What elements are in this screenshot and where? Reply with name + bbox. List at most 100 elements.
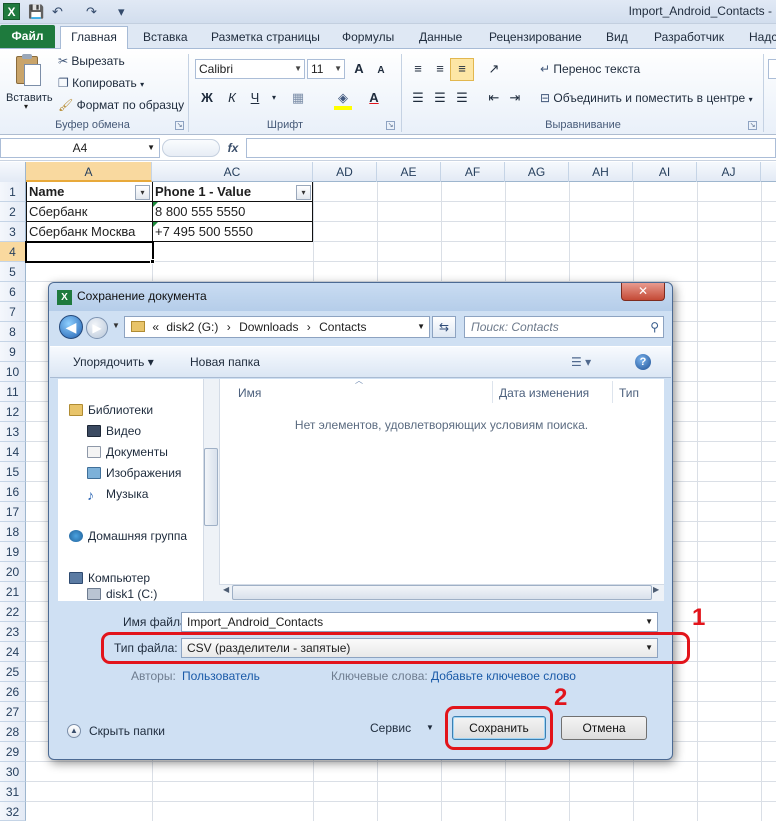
tab-view[interactable]: Вид xyxy=(606,28,628,49)
column-type[interactable]: Тип xyxy=(619,384,639,402)
row-header[interactable]: 14 xyxy=(0,442,26,462)
merge-center-button[interactable]: ⊟ Объединить и поместить в центре ▾ xyxy=(540,88,753,108)
excel-logo-icon[interactable]: X xyxy=(3,3,20,20)
undo-icon[interactable]: ↶ xyxy=(52,3,63,21)
save-icon[interactable]: 💾 xyxy=(28,3,44,21)
column-header-ai[interactable]: AI xyxy=(633,162,697,182)
search-input[interactable]: Поиск: Contacts ⚲ xyxy=(464,316,664,338)
align-bottom-icon[interactable]: ≡ xyxy=(452,59,472,79)
decrease-indent-icon[interactable]: ⇤ xyxy=(484,88,504,108)
scroll-left-icon[interactable]: ◀ xyxy=(223,585,229,594)
row-header[interactable]: 32 xyxy=(0,802,26,821)
redo-icon[interactable]: ↷ xyxy=(86,3,97,21)
nav-item-libraries[interactable]: Библиотеки xyxy=(69,400,153,420)
column-header-ah[interactable]: AH xyxy=(569,162,633,182)
column-header-a[interactable]: A xyxy=(26,162,152,182)
tab-data[interactable]: Данные xyxy=(419,28,462,49)
font-name-select[interactable]: Calibri ▼ xyxy=(195,59,305,79)
insert-function-icon[interactable]: fx xyxy=(222,138,244,158)
copy-button[interactable]: ❐ Копировать ▾ xyxy=(58,73,144,93)
orientation-icon[interactable]: ↗ xyxy=(484,59,504,79)
row-header[interactable]: 23 xyxy=(0,622,26,642)
search-icon[interactable]: ⚲ xyxy=(650,317,659,337)
column-header-ad[interactable]: AD xyxy=(313,162,377,182)
column-name[interactable]: Имя xyxy=(238,384,261,402)
help-icon[interactable]: ? xyxy=(635,354,651,370)
tab-developer[interactable]: Разработчик xyxy=(654,28,724,49)
font-size-select[interactable]: 11 ▼ xyxy=(307,59,345,79)
row-header[interactable]: 15 xyxy=(0,462,26,482)
tab-insert[interactable]: Вставка xyxy=(143,28,188,49)
font-color-button[interactable]: A xyxy=(364,88,384,108)
paste-dropdown-icon[interactable]: ▾ xyxy=(24,102,28,111)
forward-button[interactable]: ▶ xyxy=(86,317,108,339)
borders-icon[interactable]: ▦ xyxy=(288,88,308,108)
align-top-icon[interactable]: ≡ xyxy=(408,59,428,79)
nav-item-images[interactable]: Изображения xyxy=(87,463,181,483)
number-format-select[interactable] xyxy=(768,59,776,79)
cut-button[interactable]: ✂ Вырезать xyxy=(58,51,125,71)
row-header[interactable]: 25 xyxy=(0,662,26,682)
row-header[interactable]: 30 xyxy=(0,762,26,782)
nav-item-video[interactable]: Видео xyxy=(87,421,141,441)
column-separator[interactable] xyxy=(492,381,493,403)
italic-button[interactable]: К xyxy=(222,88,242,108)
underline-button[interactable]: Ч xyxy=(245,88,265,108)
filter-dropdown-icon[interactable]: ▾ xyxy=(296,185,311,200)
horizontal-scrollbar-thumb[interactable] xyxy=(232,585,652,600)
paste-icon[interactable] xyxy=(14,54,44,88)
row-header[interactable]: 20 xyxy=(0,562,26,582)
formula-input[interactable] xyxy=(246,138,776,158)
row-header[interactable]: 22 xyxy=(0,602,26,622)
refresh-button[interactable]: ⇆ xyxy=(432,316,456,338)
address-segment-disk2[interactable]: disk2 (G:) xyxy=(166,320,218,334)
row-header[interactable]: 26 xyxy=(0,682,26,702)
filter-dropdown-icon[interactable]: ▾ xyxy=(135,185,150,200)
increase-indent-icon[interactable]: ⇥ xyxy=(505,88,525,108)
row-header[interactable]: 29 xyxy=(0,742,26,762)
tab-more[interactable]: Надс xyxy=(749,28,776,49)
tab-file[interactable]: Файл xyxy=(0,25,55,49)
address-segment-contacts[interactable]: Contacts xyxy=(319,320,366,334)
row-header[interactable]: 18 xyxy=(0,522,26,542)
row-header[interactable]: 7 xyxy=(0,302,26,322)
paste-button[interactable]: Вставить xyxy=(6,88,53,108)
row-header[interactable]: 27 xyxy=(0,702,26,722)
nav-item-homegroup[interactable]: Домашняя группа xyxy=(69,526,187,546)
address-prefix[interactable]: « xyxy=(152,320,159,334)
row-header[interactable]: 24 xyxy=(0,642,26,662)
tab-home[interactable]: Главная xyxy=(60,26,128,49)
row-header[interactable]: 21 xyxy=(0,582,26,602)
tab-review[interactable]: Рецензирование xyxy=(489,28,582,49)
row-header[interactable]: 1 xyxy=(0,182,26,202)
back-button[interactable]: ◀ xyxy=(59,315,83,339)
cell-ac2[interactable]: 8 800 555 5550 xyxy=(152,202,313,222)
row-header[interactable]: 10 xyxy=(0,362,26,382)
fill-handle[interactable] xyxy=(150,259,155,264)
close-button[interactable]: ✕ xyxy=(621,283,665,301)
alignment-launcher-icon[interactable]: ↘ xyxy=(748,121,757,130)
row-header[interactable]: 5 xyxy=(0,262,26,282)
fill-color-icon[interactable]: ◈ xyxy=(333,88,353,108)
address-bar[interactable]: « disk2 (G:) › Downloads › Contacts ▼ xyxy=(124,316,430,338)
row-header[interactable]: 9 xyxy=(0,342,26,362)
tags-value[interactable]: Добавьте ключевое слово xyxy=(431,666,576,686)
nav-item-documents[interactable]: Документы xyxy=(87,442,168,462)
address-separator-icon[interactable]: › xyxy=(227,320,231,334)
grow-font-button[interactable]: A xyxy=(349,59,369,79)
column-header-aj[interactable]: AJ xyxy=(697,162,761,182)
column-header-ac[interactable]: AC xyxy=(152,162,313,182)
align-center-icon[interactable]: ☰ xyxy=(430,88,450,108)
cancel-button[interactable]: Отмена xyxy=(561,716,647,740)
scroll-right-icon[interactable]: ▶ xyxy=(653,585,659,594)
align-middle-icon[interactable]: ≡ xyxy=(430,59,450,79)
row-header[interactable]: 6 xyxy=(0,282,26,302)
service-button[interactable]: Сервис xyxy=(370,718,411,738)
format-painter-button[interactable]: 🖌 Формат по образцу xyxy=(58,95,184,115)
address-segment-downloads[interactable]: Downloads xyxy=(239,320,298,334)
column-header-af[interactable]: AF xyxy=(441,162,505,182)
column-header-ag[interactable]: AG xyxy=(505,162,569,182)
bold-button[interactable]: Ж xyxy=(197,88,217,108)
nav-scrollbar-thumb[interactable] xyxy=(204,448,218,526)
service-dropdown-icon[interactable]: ▼ xyxy=(426,718,434,738)
